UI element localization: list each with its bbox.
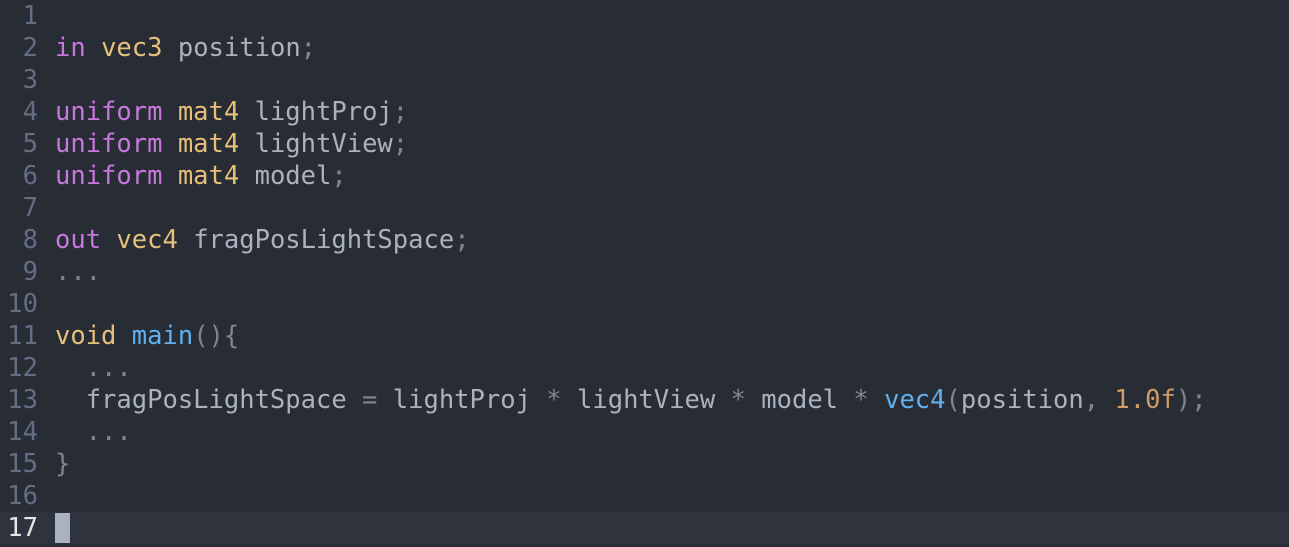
code-line[interactable]: 1 [0,0,1289,32]
code-token: lightProj [239,97,393,127]
code-token: lightView [561,385,731,415]
line-number: 1 [22,1,38,31]
code-text: ... [55,416,132,448]
code-token: lightView [239,129,393,159]
code-line[interactable]: 7 [0,192,1289,224]
code-token: position [162,33,301,63]
code-line[interactable]: 6 uniform mat4 model; [0,160,1289,192]
code-token: model [239,161,332,191]
code-token: * [853,385,869,415]
line-number: 6 [22,161,38,191]
code-line[interactable]: 3 [0,64,1289,96]
code-token: mat4 [177,161,240,191]
code-line[interactable]: 12 ... [0,352,1289,384]
line-number: 5 [22,129,38,159]
code-token: vec4 [116,225,178,255]
code-token: in [55,33,86,63]
line-number: 10 [7,289,38,319]
text-cursor [55,513,70,543]
code-token: ); [1175,385,1207,415]
code-token: 1.0f [1114,385,1176,415]
line-number: 12 [7,353,38,383]
code-token: mat4 [177,129,240,159]
code-token: model [745,385,854,415]
code-token: ; [392,129,409,159]
code-text: uniform mat4 lightProj; [55,96,408,128]
code-line[interactable]: 16 [0,480,1289,512]
code-token: uniform [55,129,163,159]
code-text: out vec4 fragPosLightSpace; [55,224,470,256]
code-text: } [55,448,70,480]
line-number: 7 [22,193,38,223]
line-number: 13 [7,385,38,415]
code-token: ... [55,417,132,447]
code-text: fragPosLightSpace = lightProj * lightVie… [55,384,1207,416]
code-line[interactable]: 11 void main(){ [0,320,1289,352]
code-line[interactable]: 14 ... [0,416,1289,448]
code-text: in vec3 position; [55,32,316,64]
code-token: ( [945,385,961,415]
code-token: ; [454,225,470,255]
code-text: void main(){ [55,320,239,352]
code-line[interactable]: 13 fragPosLightSpace = lightProj * light… [0,384,1289,416]
code-token: uniform [55,161,163,191]
code-token: fragPosLightSpace [55,385,363,415]
line-number: 15 [7,449,38,479]
code-token: vec4 [884,385,946,415]
code-token: vec3 [101,33,163,63]
code-token: ... [55,257,102,287]
line-number: 9 [22,257,38,287]
code-text: ... [55,256,101,288]
code-line[interactable]: 5 uniform mat4 lightView; [0,128,1289,160]
code-token: } [55,449,71,479]
code-token: lightProj [377,385,547,415]
code-line[interactable]: 9... [0,256,1289,288]
code-token: void [55,321,117,351]
code-line[interactable]: 2 in vec3 position; [0,32,1289,64]
current-code-line[interactable]: 17 [0,512,1289,544]
code-editor[interactable]: 1 2 in vec3 position; 3 4 uniform mat4 lightP… [0,0,1289,547]
code-token: ; [331,161,347,191]
code-token: ; [300,33,317,63]
code-token: (){ [193,321,240,351]
code-token: ; [392,97,409,127]
line-number: 3 [22,65,38,95]
code-text: uniform mat4 model; [55,160,347,192]
line-number: 14 [7,417,38,447]
line-number: 4 [22,97,38,127]
code-token: mat4 [177,97,240,127]
code-text: ... [55,352,132,384]
code-line[interactable]: 8 out vec4 fragPosLightSpace; [0,224,1289,256]
code-token: uniform [55,97,163,127]
line-number: 8 [22,225,38,255]
code-token: ... [55,353,132,383]
code-token: = [362,385,378,415]
code-line[interactable]: 4 uniform mat4 lightProj; [0,96,1289,128]
code-token: main [131,321,194,351]
code-text: uniform mat4 lightView; [55,128,408,160]
code-token: position [960,385,1084,415]
line-number: 16 [7,481,38,511]
code-token: * [546,385,562,415]
code-token: * [730,385,746,415]
code-line[interactable]: 15} [0,448,1289,480]
code-token: , [1083,385,1100,415]
line-number: 2 [22,33,38,63]
code-line[interactable]: 10 [0,288,1289,320]
line-number: 11 [7,321,38,351]
code-token: out [55,225,102,255]
code-text [55,512,70,544]
line-number: 17 [7,513,38,543]
code-token: fragPosLightSpace [177,225,455,255]
